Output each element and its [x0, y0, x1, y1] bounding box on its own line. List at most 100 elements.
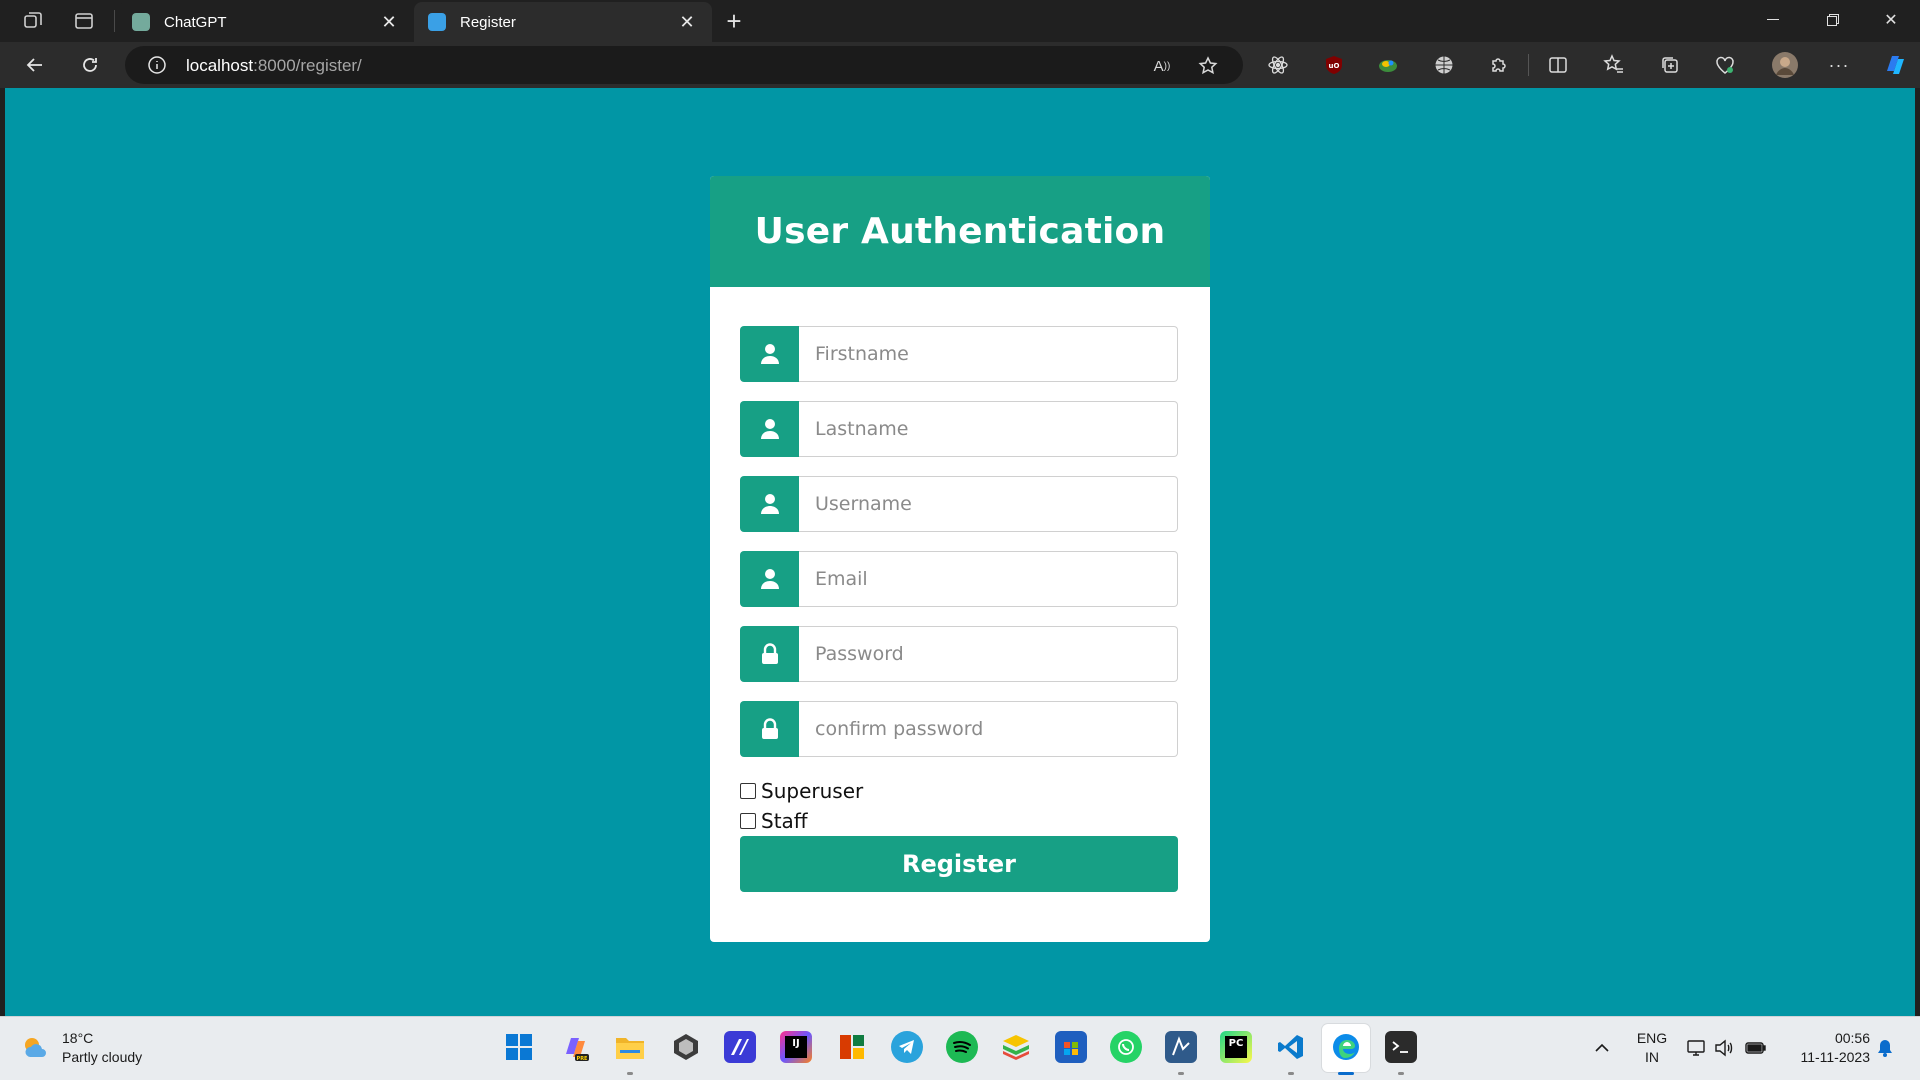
address-bar[interactable]: localhost:8000/register/ A)): [125, 46, 1243, 84]
toolbar-separator: [1528, 54, 1529, 76]
region-code: IN: [1645, 1049, 1659, 1065]
register-card: User Authentication Firstname Lastname U…: [710, 176, 1210, 942]
globe-extension-icon[interactable]: [1432, 53, 1456, 77]
user-icon: [740, 326, 799, 382]
running-indicator: [1288, 1072, 1294, 1075]
volume-icon[interactable]: [1713, 1037, 1735, 1059]
collections-icon[interactable]: [1658, 53, 1682, 77]
lastname-field: [740, 401, 1178, 457]
color-picker-extension-icon[interactable]: [1376, 53, 1400, 77]
terminal-icon[interactable]: [1385, 1031, 1417, 1063]
bluestacks-icon[interactable]: [1000, 1031, 1032, 1063]
lock-icon: [740, 701, 799, 757]
card-header: User Authentication: [710, 176, 1210, 287]
site-info-icon[interactable]: [147, 55, 167, 75]
tab-chatgpt[interactable]: ChatGPT ✕: [118, 2, 414, 42]
refresh-button[interactable]: [73, 48, 107, 82]
restore-button[interactable]: [1804, 0, 1862, 40]
confirm-password-input[interactable]: [799, 701, 1178, 757]
office-app-icon[interactable]: [836, 1031, 868, 1063]
weather-temperature: 18°C: [62, 1030, 94, 1046]
firstname-field: [740, 326, 1178, 382]
browser-essentials-icon[interactable]: [1713, 53, 1737, 77]
close-tab-icon[interactable]: ✕: [676, 12, 698, 33]
tab-separator: [114, 10, 115, 32]
superuser-checkbox-row[interactable]: Superuser: [740, 779, 863, 803]
favorite-star-icon[interactable]: [1197, 55, 1219, 77]
workspaces-icon[interactable]: [20, 8, 46, 34]
close-tab-icon[interactable]: ✕: [378, 12, 400, 33]
notification-bell-icon[interactable]: [1874, 1037, 1896, 1059]
copilot-icon[interactable]: [1880, 50, 1910, 80]
microsoft-store-icon[interactable]: [1055, 1031, 1087, 1063]
copilot-preview-icon[interactable]: PRE: [560, 1031, 592, 1063]
read-aloud-icon[interactable]: A)): [1151, 55, 1173, 77]
register-button[interactable]: Register: [740, 836, 1178, 892]
superuser-checkbox[interactable]: [740, 783, 756, 799]
weather-description: Partly cloudy: [62, 1049, 143, 1065]
staff-checkbox-row[interactable]: Staff: [740, 809, 808, 833]
lock-icon: [740, 626, 799, 682]
sql-server-management-icon[interactable]: [1165, 1031, 1197, 1063]
react-devtools-icon[interactable]: [1266, 53, 1290, 77]
url-host: localhost: [186, 56, 254, 75]
tab-title: Register: [460, 13, 516, 31]
start-button[interactable]: [503, 1031, 535, 1063]
minimize-button[interactable]: [1744, 0, 1802, 40]
confirm-password-field: [740, 701, 1178, 757]
back-button[interactable]: [18, 48, 52, 82]
clock[interactable]: 00:56 11-11-2023: [1780, 1029, 1870, 1067]
telegram-icon[interactable]: [891, 1031, 923, 1063]
ublock-origin-icon[interactable]: uO: [1322, 53, 1346, 77]
email-input[interactable]: [799, 551, 1178, 607]
file-explorer-icon[interactable]: [614, 1031, 646, 1063]
network-icon[interactable]: [1685, 1037, 1707, 1059]
staff-label[interactable]: Staff: [761, 809, 808, 833]
partly-cloudy-icon: [25, 1038, 46, 1057]
weather-widget[interactable]: 18°C Partly cloudy: [20, 1029, 142, 1067]
vscode-icon[interactable]: [1275, 1031, 1307, 1063]
microsoft-edge-icon[interactable]: [1330, 1031, 1362, 1063]
browser-toolbar: localhost:8000/register/ A)) uO ···: [0, 42, 1920, 88]
show-hidden-icons-chevron-icon[interactable]: [1591, 1037, 1613, 1059]
vertical-tabs-icon[interactable]: [71, 8, 97, 34]
notion-style-app-icon[interactable]: [724, 1031, 756, 1063]
clock-time: 00:56: [1834, 1030, 1870, 1046]
split-screen-icon[interactable]: [1546, 53, 1570, 77]
more-options-icon[interactable]: ···: [1827, 53, 1851, 77]
username-field: [740, 476, 1178, 532]
svg-text:uO: uO: [1329, 62, 1340, 70]
page-viewport: User Authentication Firstname Lastname U…: [5, 88, 1915, 1016]
user-icon: [740, 551, 799, 607]
password-input[interactable]: [799, 626, 1178, 682]
input-language-indicator[interactable]: ENG IN: [1635, 1029, 1669, 1067]
username-input[interactable]: [799, 476, 1178, 532]
whatsapp-icon[interactable]: [1110, 1031, 1142, 1063]
pycharm-icon[interactable]: PC: [1220, 1031, 1252, 1063]
running-indicator: [627, 1072, 633, 1075]
favorites-icon[interactable]: [1602, 53, 1626, 77]
browser-tab-strip: ChatGPT ✕ Register ✕ + ✕: [0, 0, 1920, 42]
clock-date: 11-11-2023: [1800, 1049, 1870, 1065]
firstname-input[interactable]: [799, 326, 1178, 382]
extensions-puzzle-icon[interactable]: [1487, 53, 1511, 77]
battery-icon[interactable]: [1745, 1037, 1767, 1059]
intellij-idea-icon[interactable]: IJ: [780, 1031, 812, 1063]
password-field: [740, 626, 1178, 682]
tab-register[interactable]: Register ✕: [414, 2, 712, 42]
superuser-label[interactable]: Superuser: [761, 779, 863, 803]
unity-hub-icon[interactable]: [670, 1031, 702, 1063]
profile-avatar[interactable]: [1770, 50, 1800, 80]
language-code: ENG: [1636, 1030, 1668, 1046]
windows-taskbar: 18°C Partly cloudy PRE IJ PC ENG IN 00:5…: [0, 1016, 1920, 1080]
lastname-input[interactable]: [799, 401, 1178, 457]
page-favicon-icon: [428, 13, 446, 31]
tab-title: ChatGPT: [164, 13, 227, 31]
spotify-icon[interactable]: [946, 1031, 978, 1063]
user-icon: [740, 401, 799, 457]
new-tab-button[interactable]: +: [721, 6, 747, 36]
svg-text:PRE: PRE: [577, 1056, 589, 1062]
close-window-button[interactable]: ✕: [1862, 0, 1920, 40]
staff-checkbox[interactable]: [740, 813, 756, 829]
url-text[interactable]: localhost:8000/register/: [186, 56, 362, 76]
